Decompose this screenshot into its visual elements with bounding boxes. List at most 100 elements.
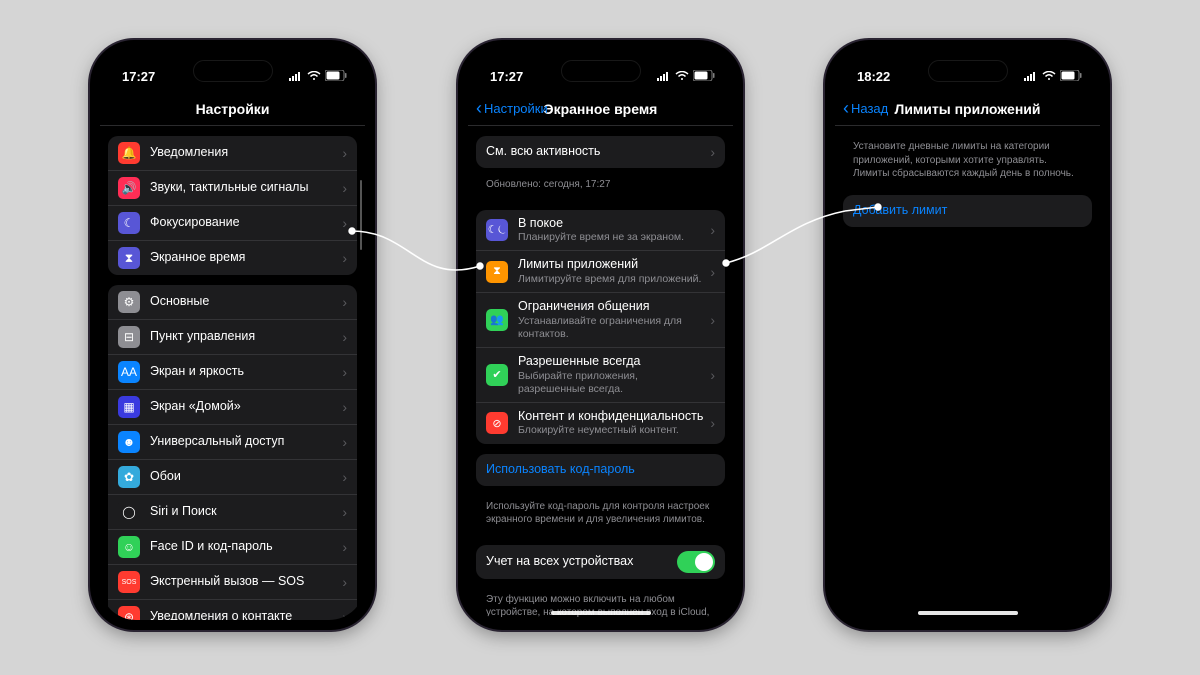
row-label: Уведомления о контакте bbox=[150, 609, 338, 620]
see-all-activity-row[interactable]: См. всю активность › bbox=[476, 136, 725, 168]
screentime-option-1[interactable]: ⧗ Лимиты приложенийЛимитируйте время для … bbox=[476, 251, 725, 293]
row-icon: ✿ bbox=[118, 466, 140, 488]
settings-group-attention: 🔔Уведомления›🔊Звуки, тактильные сигналы›… bbox=[108, 136, 357, 275]
chevron-right-icon: › bbox=[342, 250, 347, 266]
row-label: Звуки, тактильные сигналы bbox=[150, 180, 338, 196]
option-subtitle: Устанавливайте ограничения для контактов… bbox=[518, 315, 706, 341]
chevron-right-icon: › bbox=[710, 367, 715, 383]
chevron-right-icon: › bbox=[342, 574, 347, 590]
passcode-footer: Используйте код-пароль для контроля наст… bbox=[468, 496, 733, 535]
chevron-right-icon: › bbox=[342, 434, 347, 450]
use-passcode-label: Использовать код-пароль bbox=[486, 462, 715, 478]
battery-icon bbox=[693, 69, 715, 84]
option-subtitle: Лимитируйте время для приложений. bbox=[518, 273, 706, 286]
nav-title: Экранное время bbox=[544, 101, 658, 117]
option-subtitle: Блокируйте неуместный контент. bbox=[518, 424, 706, 437]
status-time: 17:27 bbox=[122, 69, 155, 84]
settings-row-b-7[interactable]: ☺Face ID и код-пароль› bbox=[108, 530, 357, 565]
settings-row-b-2[interactable]: AAЭкран и яркость› bbox=[108, 355, 357, 390]
nav-bar: Настройки bbox=[100, 92, 365, 126]
settings-row-1[interactable]: 🔊 Звуки, тактильные сигналы› bbox=[108, 171, 357, 206]
status-time: 17:27 bbox=[490, 69, 523, 84]
status-indicators bbox=[289, 69, 347, 84]
phone-screentime: 17:27 ‹ Настройки Экранное время bbox=[458, 40, 743, 630]
status-indicators bbox=[1024, 69, 1082, 84]
back-button[interactable]: ‹ Назад bbox=[843, 92, 888, 125]
passcode-group: Использовать код-пароль bbox=[476, 454, 725, 486]
nav-bar: ‹ Назад Лимиты приложений bbox=[835, 92, 1100, 126]
back-label: Назад bbox=[851, 101, 888, 116]
screentime-option-2[interactable]: 👥Ограничения общенияУстанавливайте огран… bbox=[476, 293, 725, 348]
option-icon: ☾⏾ bbox=[486, 219, 508, 241]
row-label: Универсальный доступ bbox=[150, 434, 338, 450]
home-indicator bbox=[918, 611, 1018, 615]
devices-footer: Эту функцию можно включить на любом устр… bbox=[468, 589, 733, 621]
chevron-right-icon: › bbox=[710, 415, 715, 431]
use-passcode-row[interactable]: Использовать код-пароль bbox=[476, 454, 725, 486]
settings-row-b-1[interactable]: ⊟ Пункт управления› bbox=[108, 320, 357, 355]
chevron-right-icon: › bbox=[710, 264, 715, 280]
back-button[interactable]: ‹ Настройки bbox=[476, 92, 548, 125]
screentime-option-0[interactable]: ☾⏾В покоеПланируйте время не за экраном.… bbox=[476, 210, 725, 252]
row-icon: ☾ bbox=[118, 212, 140, 234]
settings-row-b-8[interactable]: SOS Экстренный вызов — SOS› bbox=[108, 565, 357, 600]
nav-bar: ‹ Настройки Экранное время bbox=[468, 92, 733, 126]
chevron-right-icon: › bbox=[342, 469, 347, 485]
settings-row-0[interactable]: 🔔Уведомления› bbox=[108, 136, 357, 171]
share-across-devices-toggle[interactable] bbox=[677, 551, 715, 573]
settings-row-b-4[interactable]: ☻ Универсальный доступ› bbox=[108, 425, 357, 460]
option-icon: ⊘ bbox=[486, 412, 508, 434]
option-icon: ⧗ bbox=[486, 261, 508, 283]
row-label: Siri и Поиск bbox=[150, 504, 338, 520]
wifi-icon bbox=[675, 69, 689, 84]
settings-row-b-3[interactable]: ▦Экран «Домой»› bbox=[108, 390, 357, 425]
row-icon: ◯ bbox=[118, 501, 140, 523]
row-label: Face ID и код-пароль bbox=[150, 539, 338, 555]
chevron-left-icon: ‹ bbox=[476, 98, 482, 119]
scroll-indicator bbox=[360, 180, 363, 250]
row-label: Уведомления bbox=[150, 145, 338, 161]
wifi-icon bbox=[307, 69, 321, 84]
option-subtitle: Планируйте время не за экраном. bbox=[518, 231, 706, 244]
dynamic-island bbox=[561, 60, 641, 82]
settings-row-3[interactable]: ⧗Экранное время› bbox=[108, 241, 357, 275]
row-icon: 🔔 bbox=[118, 142, 140, 164]
chevron-right-icon: › bbox=[342, 364, 347, 380]
settings-row-b-9[interactable]: ⊛Уведомления о контакте› bbox=[108, 600, 357, 620]
chevron-right-icon: › bbox=[710, 144, 715, 160]
row-icon: 🔊 bbox=[118, 177, 140, 199]
back-label: Настройки bbox=[484, 101, 548, 116]
row-label: Экстренный вызов — SOS bbox=[150, 574, 338, 590]
option-title: Лимиты приложений bbox=[518, 257, 706, 273]
settings-row-2[interactable]: ☾Фокусирование› bbox=[108, 206, 357, 241]
share-across-devices-row[interactable]: Учет на всех устройствах bbox=[476, 545, 725, 579]
option-icon: ✔ bbox=[486, 364, 508, 386]
battery-icon bbox=[1060, 69, 1082, 84]
row-label: Основные bbox=[150, 294, 338, 310]
row-icon: ⊟ bbox=[118, 326, 140, 348]
chevron-right-icon: › bbox=[342, 180, 347, 196]
settings-row-b-6[interactable]: ◯Siri и Поиск› bbox=[108, 495, 357, 530]
row-icon: ⊛ bbox=[118, 606, 140, 620]
chevron-right-icon: › bbox=[342, 539, 347, 555]
add-limit-row[interactable]: Добавить лимит bbox=[843, 195, 1092, 227]
see-all-activity-label: См. всю активность bbox=[486, 144, 706, 160]
option-title: Ограничения общения bbox=[518, 299, 706, 315]
settings-row-b-5[interactable]: ✿Обои› bbox=[108, 460, 357, 495]
option-subtitle: Выбирайте приложения, разрешенные всегда… bbox=[518, 370, 706, 396]
dynamic-island bbox=[928, 60, 1008, 82]
row-icon: ▦ bbox=[118, 396, 140, 418]
row-label: Пункт управления bbox=[150, 329, 338, 345]
settings-row-b-0[interactable]: ⚙Основные› bbox=[108, 285, 357, 320]
signal-icon bbox=[289, 69, 303, 84]
screentime-option-4[interactable]: ⊘Контент и конфиденциальностьБлокируйте … bbox=[476, 403, 725, 444]
chevron-left-icon: ‹ bbox=[843, 98, 849, 119]
dynamic-island bbox=[193, 60, 273, 82]
chevron-right-icon: › bbox=[342, 329, 347, 345]
row-icon: ☻ bbox=[118, 431, 140, 453]
status-indicators bbox=[657, 69, 715, 84]
row-icon: SOS bbox=[118, 571, 140, 593]
screentime-option-3[interactable]: ✔Разрешенные всегдаВыбирайте приложения,… bbox=[476, 348, 725, 403]
phone-app-limits: 18:22 ‹ Назад Лимиты приложений Устан bbox=[825, 40, 1110, 630]
status-time: 18:22 bbox=[857, 69, 890, 84]
